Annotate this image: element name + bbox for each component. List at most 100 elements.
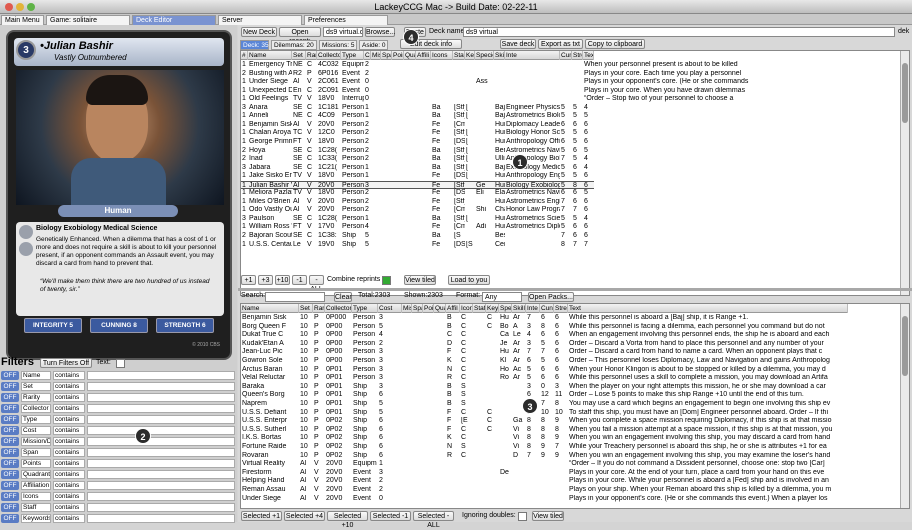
table-row[interactable]: Firestorm Al V 20V0 Event 3 De Plays in your co… [241,469,848,478]
filter-mode-select[interactable]: contains [53,459,85,468]
filter-toggle-button[interactable]: OFF [1,426,19,435]
minimize-window-button[interactable] [16,3,24,11]
browse-button[interactable]: Browse... [365,27,395,37]
column-header[interactable]: Specie [475,51,494,60]
column-header[interactable]: Span [381,51,392,60]
search-input[interactable] [265,292,325,302]
column-header[interactable]: Poin [392,51,404,60]
table-row[interactable]: 1Unexpected DifficEn C 2C091Event 0 Plays in… [241,87,745,96]
column-header[interactable]: Affili [416,51,431,60]
column-header[interactable]: Keyw [465,51,475,60]
pool-add-button[interactable]: Selected +1 [241,511,282,521]
column-header[interactable]: Spai [412,304,423,313]
column-header[interactable]: Rari [306,51,317,60]
table-row[interactable]: Borg Queen F 10 P 0P00 Person 5 B C C Bo A 3 8 6 While… [241,323,848,332]
table-row[interactable]: 1Chalan Aroya AcTC V 12C0 Person2 Fe [Stf][Hu… [241,129,594,138]
column-header[interactable]: Stre [554,304,568,313]
tab-preferences[interactable]: Preferences [304,15,388,25]
filter-toggle-button[interactable]: OFF [1,404,19,413]
filter-toggle-button[interactable]: OFF [1,459,19,468]
table-row[interactable]: 1Odo Vastly OutnuAI V 20V0 Person2 Fe [Cmd] Sh… [241,206,594,215]
clear-search-button[interactable]: Clear [334,292,352,302]
table-row[interactable]: 3Paulson SE C 1C28(Person1 Ba [Stf][HumAstrom… [241,215,594,224]
save-deck-button[interactable]: Save deck [500,39,536,49]
filter-value-input[interactable] [87,382,235,391]
tab-deck-editor[interactable]: Deck Editor [132,15,216,25]
filter-toggle-button[interactable]: OFF [1,393,19,402]
table-row[interactable]: Reman Assau Al V 20V0 Event 2 Plays on your sh… [241,486,848,495]
filter-toggle-button[interactable]: OFF [1,448,19,457]
pool-add-button[interactable]: Selected +10 [327,511,368,529]
table-row[interactable]: 2Bajoran Scout VeSE C 1C38: Ship 5 Ba [S Best 7 6… [241,232,594,241]
tab-game-solitaire[interactable]: Game: solitaire [46,15,130,25]
ignoring-doubles-checkbox[interactable] [518,512,527,521]
scrollbar-thumb[interactable] [902,316,908,376]
column-header[interactable]: # [241,51,248,60]
filter-value-input[interactable] [87,481,235,490]
column-header[interactable]: Collector [317,51,341,60]
table-row[interactable]: 2HoyaSEC1C28(Person2Ba[Stf][Ben.Astromet… [241,147,594,156]
tab-dilemmas[interactable]: Dilemmas: 20 [271,40,317,50]
filter-toggle-button[interactable]: OFF [1,371,19,380]
column-header[interactable]: Set [292,51,306,60]
column-header[interactable]: Collector [325,304,352,313]
filter-mode-select[interactable]: contains [53,470,85,479]
table-row[interactable]: Rovaran 10 P 0P02 Ship 6 R C D 7 9 9 When you win an… [241,452,848,461]
filter-toggle-button[interactable]: OFF [1,492,19,501]
table-row[interactable]: 1Jake Sisko EnginTVV18V0Person1Fe[DS9][H… [241,172,594,181]
filter-value-input[interactable] [87,393,235,402]
table-row[interactable]: 1 Under Siege Al V 2C061 Event 0 Ass Plays in yo… [241,78,748,87]
vertical-scrollbar[interactable] [900,51,909,295]
filter-toggle-button[interactable]: OFF [1,382,19,391]
column-header[interactable]: Quad [434,304,446,313]
table-row[interactable]: Jean-Luc Pic 10 P 0P00 Person 3 F C Hu Ar 7 7 6 Order… [241,348,848,357]
filter-value-input[interactable] [87,371,235,380]
filter-value-input[interactable] [87,437,235,446]
column-header[interactable]: Miss [371,51,381,60]
scrollbar-thumb[interactable] [902,63,908,123]
table-row[interactable]: U.S.S. Enterpr 10 P 0P02 Ship 6 F [E C Ga 8 8 9 When … [241,417,848,426]
table-row[interactable]: I.K.S. Bortas 10 P 0P02 Ship 6 K C Vi 8 8 9 When you… [241,434,848,443]
deck-qty-button[interactable]: +3 [258,275,273,285]
filter-toggle-button[interactable]: OFF [1,503,19,512]
filter-mode-select[interactable]: contains [53,393,85,402]
table-row[interactable]: Queen's Borg 10 P 0P01 Ship 6 B S 6 12 11 Order – L… [241,391,848,400]
deck-qty-button[interactable]: -1 [292,275,307,285]
column-header[interactable]: Quad [404,51,416,60]
filter-toggle-button[interactable]: OFF [1,437,19,446]
filter-mode-select[interactable]: contains [53,426,85,435]
column-header[interactable]: Text [583,51,594,60]
table-row[interactable]: Velal Reluctar 10 P 0P01 Person 3 R C Ro Ar 5 6 6 Whi… [241,374,848,383]
filter-value-input[interactable] [87,503,235,512]
column-header[interactable]: Affil [446,304,460,313]
table-row[interactable]: Under Siege Al V 20V0 Event 0 Plays in your op… [241,495,848,504]
column-header[interactable]: Set [299,304,313,313]
column-header[interactable]: Stre [572,51,583,60]
zoom-window-button[interactable] [27,3,35,11]
table-row[interactable]: Kudak'Etan A 10 P 0P00 Person 2 D C Je Ar 3 5 6 Order… [241,340,848,349]
table-row[interactable]: 1George Primmin SFT V 18V0 Person2 Fe [DS9][H… [241,138,594,147]
table-row[interactable]: U.S.S. Sutherl 10 P 0P02 Ship 6 F C C Vi 8 8 8 When y… [241,426,848,435]
column-header[interactable]: Cost [378,304,402,313]
pool-add-button[interactable]: Selected -1 [370,511,411,521]
column-header[interactable]: Speci [499,304,512,313]
open-recent-button[interactable]: Open recent: [279,27,321,45]
deck-view-tiled-button[interactable]: View tiled [404,275,436,285]
vertical-scrollbar[interactable] [900,304,909,508]
column-header[interactable]: Skills [494,51,505,60]
column-header[interactable]: Type [341,51,364,60]
table-row[interactable]: Virtual Reality Al V 20V0 Equipm 1 “Order – If… [241,460,848,469]
table-row[interactable]: 1U.S.S. Centaur PaLe V 19V0 Ship 5 Fe [DS9][S C… [241,241,594,250]
table-row[interactable]: 3JabaraSEC1C21(Person1Ba[Stf][BajoExobio… [241,164,594,173]
deck-name-field[interactable]: ds9 virtual [463,27,895,37]
filter-toggle-button[interactable]: OFF [1,415,19,424]
filter-mode-select[interactable]: contains [53,371,85,380]
table-row[interactable]: Gowron Sole 10 P 0P00 Person 3 K C Kl Ar 6 5 6 Order … [241,357,848,366]
recent-deck-select[interactable]: ds9 virtual.d [323,27,363,37]
filter-mode-select[interactable]: contains [53,503,85,512]
pool-view-tiled-button[interactable]: View tiled [532,511,564,521]
pane-splitter[interactable] [238,288,912,291]
column-header[interactable]: Miss [402,304,412,313]
tab-server[interactable]: Server [218,15,302,25]
column-header[interactable]: Name [241,304,299,313]
